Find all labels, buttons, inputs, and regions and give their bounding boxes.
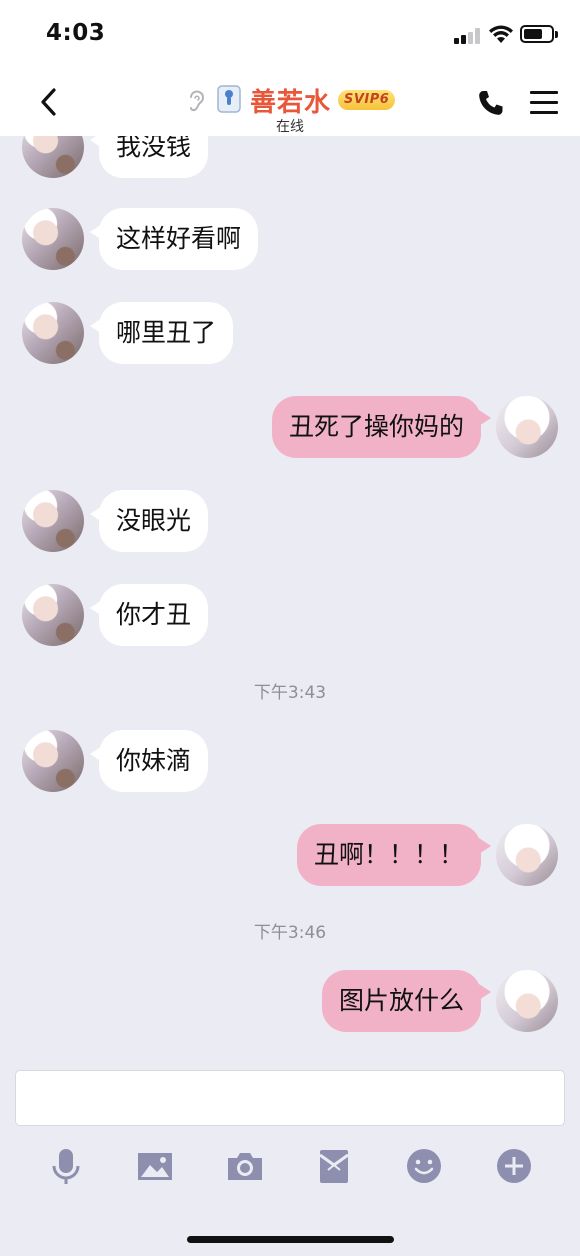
ear-icon <box>190 90 204 112</box>
incoming-message[interactable]: 没眼光 <box>89 490 209 552</box>
cellular-signal-icon <box>454 28 482 44</box>
incoming-message[interactable]: 我没钱 <box>89 136 209 178</box>
online-status: 在线 <box>276 119 304 135</box>
incoming-message[interactable]: 你妹滴 <box>89 730 209 792</box>
message-row: 哪里丑了 <box>0 302 580 366</box>
microphone-icon[interactable] <box>46 1146 86 1186</box>
camera-icon[interactable] <box>225 1146 265 1186</box>
incoming-message[interactable]: 哪里丑了 <box>89 302 234 364</box>
input-toolbar <box>0 1140 580 1190</box>
image-icon[interactable] <box>135 1146 175 1186</box>
outgoing-message[interactable]: 图片放什么 <box>321 970 492 1032</box>
emoji-icon[interactable] <box>404 1146 444 1186</box>
battery-icon <box>520 25 558 43</box>
message-row: 这样好看啊 <box>0 208 580 272</box>
status-bar: 4:03 <box>0 0 580 68</box>
message-list[interactable]: 我没钱 这样好看啊 哪里丑了 丑死了操你妈的 没眼光 你才丑 下午3:43 你妹… <box>0 136 580 1066</box>
my-avatar[interactable] <box>496 824 558 886</box>
plus-icon[interactable] <box>494 1146 534 1186</box>
contact-name: 善若水 <box>250 88 332 118</box>
message-row: 丑死了操你妈的 <box>0 396 580 460</box>
contact-avatar[interactable] <box>22 490 84 552</box>
wifi-icon <box>489 25 513 43</box>
phone-call-icon[interactable] <box>476 88 506 118</box>
message-row: 没眼光 <box>0 490 580 554</box>
outgoing-message[interactable]: 丑啊！！！！ <box>296 824 492 886</box>
message-row: 丑啊！！！！ <box>0 824 580 888</box>
my-avatar[interactable] <box>496 396 558 458</box>
message-row: 图片放什么 <box>0 970 580 1034</box>
message-timestamp: 下午3:43 <box>253 683 327 703</box>
contact-avatar[interactable] <box>22 302 84 364</box>
contact-title[interactable]: 善若水 SVIP6 在线 <box>180 76 400 135</box>
chat-header: 善若水 SVIP6 在线 <box>0 68 580 136</box>
message-row: 你妹滴 <box>0 730 580 794</box>
incoming-message[interactable]: 你才丑 <box>89 584 209 646</box>
message-row: 你才丑 <box>0 584 580 648</box>
contact-avatar[interactable] <box>22 730 84 792</box>
message-row: 我没钱 <box>0 136 580 180</box>
contact-avatar[interactable] <box>22 584 84 646</box>
home-indicator[interactable] <box>187 1236 394 1243</box>
message-input[interactable] <box>15 1070 565 1126</box>
menu-icon[interactable] <box>530 90 558 116</box>
message-timestamp: 下午3:46 <box>253 923 327 943</box>
svip-badge: SVIP6 <box>338 90 396 110</box>
my-avatar[interactable] <box>496 970 558 1032</box>
red-packet-icon[interactable] <box>314 1146 354 1186</box>
contact-avatar[interactable] <box>22 136 84 178</box>
incoming-message[interactable]: 这样好看啊 <box>89 208 259 270</box>
outgoing-message[interactable]: 丑死了操你妈的 <box>271 396 492 458</box>
status-time: 4:03 <box>46 20 106 46</box>
contact-avatar[interactable] <box>22 208 84 270</box>
back-button[interactable] <box>34 84 64 120</box>
device-status-icon <box>217 85 241 113</box>
